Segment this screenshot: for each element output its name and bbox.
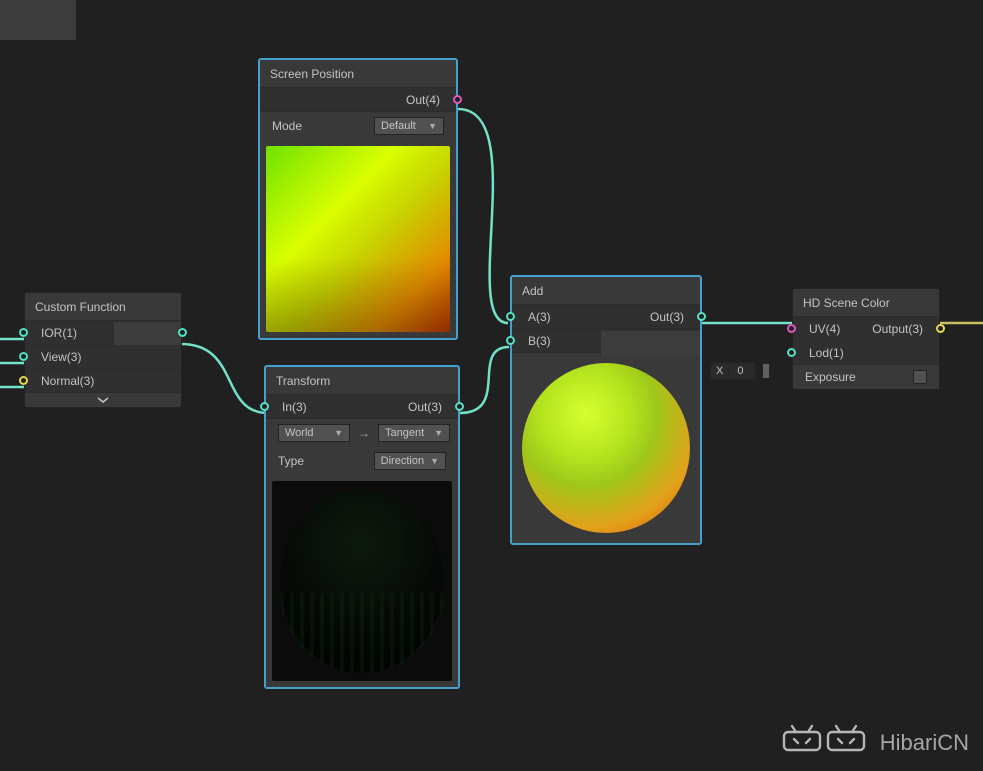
node-title[interactable]: Screen Position: [260, 60, 456, 88]
exposure-label: Exposure: [805, 370, 856, 384]
from-value: World: [285, 427, 314, 439]
slider-handle[interactable]: [762, 363, 770, 379]
port-view-label: View(3): [39, 350, 81, 364]
node-title[interactable]: Add: [512, 277, 700, 305]
node-preview: [260, 140, 456, 338]
port-in-label: In(3): [280, 400, 307, 414]
chevron-down-icon: ▼: [430, 456, 439, 466]
watermark-text: HibariCN: [880, 730, 969, 756]
port-b[interactable]: [506, 336, 515, 345]
port-lod[interactable]: [787, 348, 796, 357]
collapse-toggle[interactable]: [25, 393, 181, 407]
chevron-down-icon: ▼: [334, 428, 343, 438]
port-view[interactable]: [19, 352, 28, 361]
node-add[interactable]: Add A(3) Out(3) B(3): [510, 275, 702, 545]
type-label: Type: [278, 454, 304, 468]
type-value: Direction: [381, 455, 424, 467]
add-side-x-field[interactable]: X 0: [710, 362, 770, 380]
chevron-down-icon: ▼: [428, 121, 437, 131]
node-custom-function[interactable]: Custom Function IOR(1) Out(3) View(3) No…: [24, 292, 182, 408]
port-out-label: Out(4): [406, 93, 442, 107]
port-uv[interactable]: [787, 324, 796, 333]
node-title[interactable]: HD Scene Color: [793, 289, 939, 317]
type-dropdown[interactable]: Direction ▼: [374, 452, 446, 470]
node-preview: [266, 475, 458, 687]
node-hd-scene-color[interactable]: HD Scene Color UV(4) Output(3) Lod(1) Ex…: [792, 288, 940, 390]
port-out[interactable]: [697, 312, 706, 321]
port-output-label: Output(3): [872, 322, 925, 336]
node-title[interactable]: Transform: [266, 367, 458, 395]
port-ior[interactable]: [19, 328, 28, 337]
port-b-label: B(3): [526, 334, 551, 348]
from-dropdown[interactable]: World ▼: [278, 424, 350, 442]
port-uv-label: UV(4): [807, 322, 840, 336]
port-normal[interactable]: [19, 376, 28, 385]
to-value: Tangent: [385, 427, 424, 439]
x-value[interactable]: 0: [729, 365, 755, 377]
mode-dropdown[interactable]: Default ▼: [374, 117, 444, 135]
chevron-down-icon: [96, 396, 110, 404]
mode-value: Default: [381, 120, 416, 132]
port-out[interactable]: [178, 328, 187, 337]
port-in[interactable]: [260, 402, 269, 411]
node-transform[interactable]: Transform In(3) Out(3) World ▼ → Tangent…: [264, 365, 460, 689]
port-lod-label: Lod(1): [807, 346, 844, 360]
port-out-label: Out(3): [408, 400, 444, 414]
node-preview: [512, 353, 700, 543]
exposure-checkbox[interactable]: [913, 370, 927, 384]
port-out-label: Out(3): [650, 310, 686, 324]
port-out[interactable]: [453, 95, 462, 104]
port-normal-label: Normal(3): [39, 374, 94, 388]
node-title[interactable]: Custom Function: [25, 293, 181, 321]
to-dropdown[interactable]: Tangent ▼: [378, 424, 450, 442]
minimap-thumb: [0, 0, 76, 40]
port-a-label: A(3): [526, 310, 551, 324]
port-a[interactable]: [506, 312, 515, 321]
port-output[interactable]: [936, 324, 945, 333]
port-out[interactable]: [455, 402, 464, 411]
watermark-logo: [782, 724, 872, 761]
mode-label: Mode: [272, 119, 302, 133]
x-label: X: [711, 365, 729, 377]
chevron-down-icon: ▼: [434, 428, 443, 438]
arrow-right-icon: →: [356, 426, 372, 440]
port-ior-label: IOR(1): [39, 326, 77, 340]
watermark: HibariCN: [782, 724, 969, 761]
node-screen-position[interactable]: Screen Position Out(4) Mode Default ▼: [258, 58, 458, 340]
